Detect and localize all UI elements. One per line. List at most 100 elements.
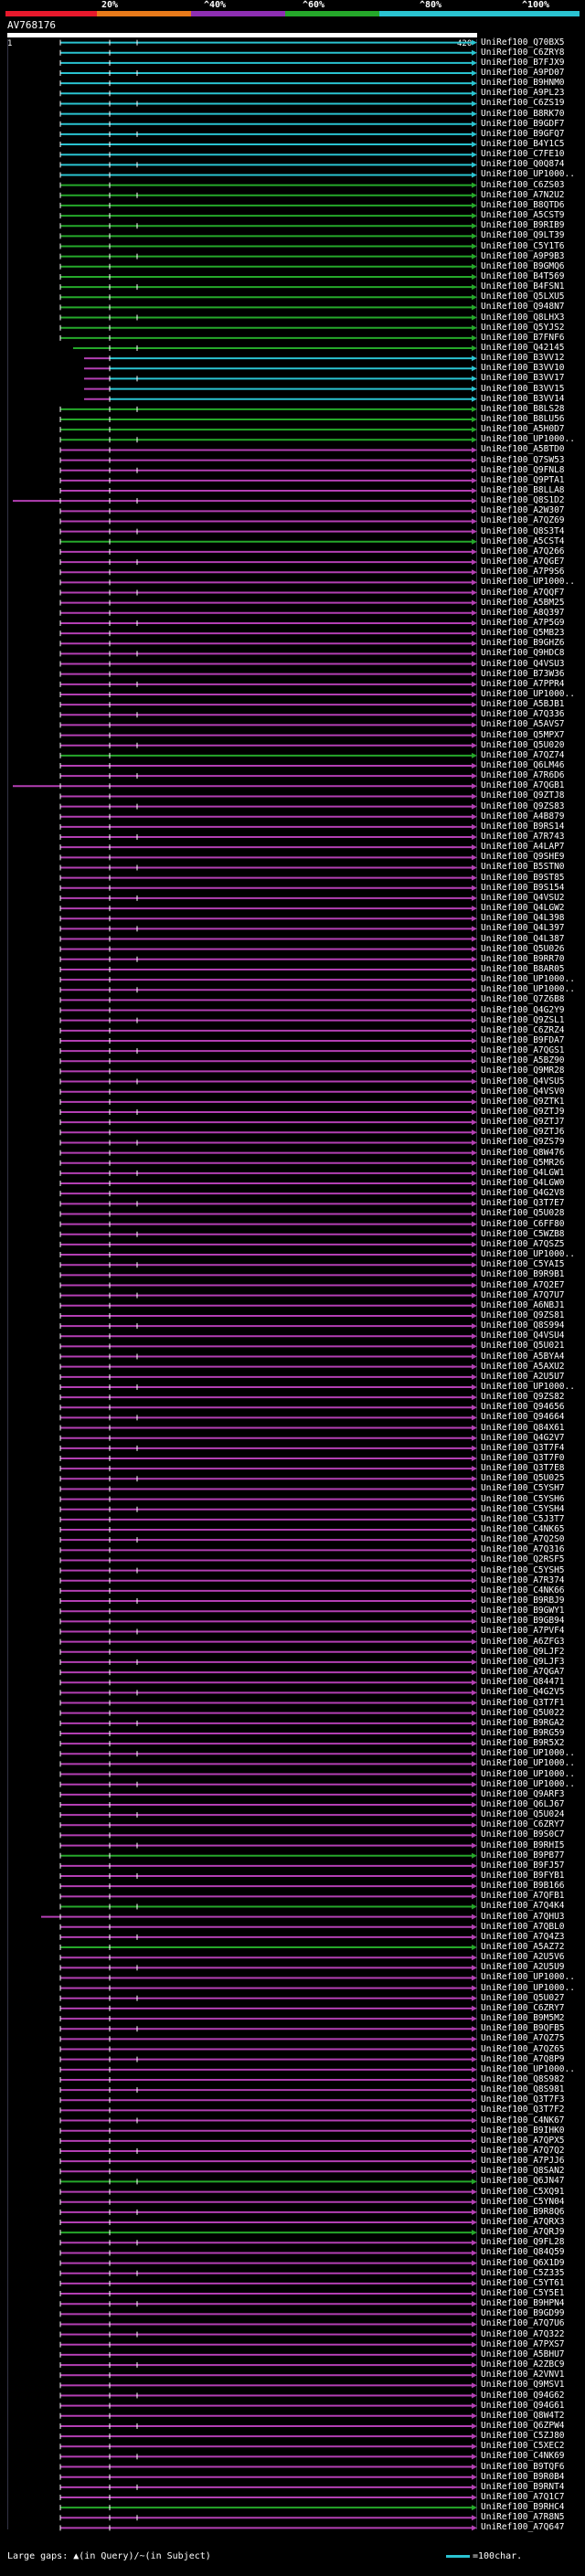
hit-label[interactable]: UniRef100_B5STN0 [481, 862, 565, 872]
hit-label[interactable]: UniRef100_Q5U024 [481, 1809, 565, 1819]
hit-label[interactable]: UniRef100_Q94G62 [481, 2390, 565, 2401]
hit-label[interactable]: UniRef100_Q4L398 [481, 913, 565, 923]
hit-label[interactable]: UniRef100_Q9ZS81 [481, 1310, 565, 1320]
hit-label[interactable]: UniRef100_UP1000.. [481, 1758, 575, 1768]
hit-label[interactable]: UniRef100_Q8S994 [481, 1320, 565, 1330]
hit-label[interactable]: UniRef100_Q9PTA1 [481, 475, 565, 485]
hit-label[interactable]: UniRef100_A7Q316 [481, 1544, 565, 1554]
hit-label[interactable]: UniRef100_A2W307 [481, 505, 565, 515]
hit-label[interactable]: UniRef100_C5ZJ80 [481, 2431, 565, 2441]
hit-label[interactable]: UniRef100_Q8S982 [481, 2074, 565, 2084]
hit-label[interactable]: UniRef100_Q9ZTJ9 [481, 1107, 565, 1117]
hit-label[interactable]: UniRef100_B9R5X2 [481, 1738, 565, 1748]
hit-label[interactable]: UniRef100_Q9ZS79 [481, 1137, 565, 1147]
hit-label[interactable]: UniRef100_UP1000.. [481, 577, 575, 587]
hit-label[interactable]: UniRef100_B9GHZ6 [481, 638, 565, 648]
hit-label[interactable]: UniRef100_C7FE10 [481, 149, 565, 159]
hit-label[interactable]: UniRef100_B9B166 [481, 1881, 565, 1891]
hit-label[interactable]: UniRef100_C6ZRZ4 [481, 1025, 565, 1035]
hit-label[interactable]: UniRef100_Q5U026 [481, 944, 565, 954]
hit-label[interactable]: UniRef100_B9HNM0 [481, 78, 565, 88]
hit-label[interactable]: UniRef100_Q4LGW2 [481, 903, 565, 913]
hit-label[interactable]: UniRef100_C5YAI5 [481, 1259, 565, 1269]
hit-label[interactable]: UniRef100_A7P9S6 [481, 567, 565, 577]
hit-label[interactable]: UniRef100_C4NK67 [481, 2115, 565, 2125]
hit-label[interactable]: UniRef100_Q3T7E7 [481, 1198, 565, 1208]
hit-label[interactable]: UniRef100_Q9ZTJ7 [481, 1117, 565, 1127]
hit-label[interactable]: UniRef100_C4NK66 [481, 1585, 565, 1595]
hit-label[interactable]: UniRef100_A7QPX5 [481, 2136, 565, 2146]
hit-label[interactable]: UniRef100_B4Y1C5 [481, 139, 565, 149]
hit-label[interactable]: UniRef100_B9IHK0 [481, 2125, 565, 2136]
hit-label[interactable]: UniRef100_Q8S981 [481, 2084, 565, 2094]
hit-label[interactable]: UniRef100_Q9ARF3 [481, 1789, 565, 1799]
hit-label[interactable]: UniRef100_Q6LJ67 [481, 1799, 565, 1809]
hit-label[interactable]: UniRef100_B9M5M2 [481, 2013, 565, 2023]
hit-label[interactable]: UniRef100_Q3T7F2 [481, 2104, 565, 2115]
hit-label[interactable]: UniRef100_B9RHI5 [481, 1840, 565, 1850]
hit-label[interactable]: UniRef100_A2U5U7 [481, 1372, 565, 1382]
hit-label[interactable]: UniRef100_Q8SAN2 [481, 2166, 565, 2176]
hit-label[interactable]: UniRef100_C5J3T7 [481, 1514, 565, 1524]
hit-label[interactable]: UniRef100_A7PPR4 [481, 679, 565, 689]
hit-label[interactable]: UniRef100_A7Q1C7 [481, 2492, 565, 2502]
hit-label[interactable]: UniRef100_Q8S3T4 [481, 526, 565, 536]
hit-label[interactable]: UniRef100_B9GWY1 [481, 1606, 565, 1616]
hit-label[interactable]: UniRef100_C5XEC2 [481, 2441, 565, 2451]
hit-label[interactable]: UniRef100_C5Y1T6 [481, 241, 565, 251]
hit-label[interactable]: UniRef100_Q9LJF2 [481, 1647, 565, 1657]
hit-label[interactable]: UniRef100_B9RIB9 [481, 220, 565, 230]
hit-label[interactable]: UniRef100_C5YSH4 [481, 1504, 565, 1514]
hit-label[interactable]: UniRef100_B3VV17 [481, 373, 565, 383]
hit-label[interactable]: UniRef100_UP1000.. [481, 984, 575, 994]
hit-label[interactable]: UniRef100_A9PL23 [481, 88, 565, 98]
hit-label[interactable]: UniRef100_A7Q322 [481, 2329, 565, 2339]
hit-label[interactable]: UniRef100_Q9ZS83 [481, 801, 565, 811]
hit-label[interactable]: UniRef100_A7Q4Z3 [481, 1932, 565, 1942]
hit-label[interactable]: UniRef100_Q2RSF5 [481, 1554, 565, 1564]
hit-label[interactable]: UniRef100_C6ZS19 [481, 98, 565, 108]
hit-label[interactable]: UniRef100_Q94656 [481, 1402, 565, 1412]
hit-label[interactable]: UniRef100_A2U5U9 [481, 1962, 565, 1972]
hit-label[interactable]: UniRef100_B9ST85 [481, 873, 565, 883]
hit-label[interactable]: UniRef100_UP1000.. [481, 1382, 575, 1392]
hit-label[interactable]: UniRef100_A7R374 [481, 1575, 565, 1585]
hit-label[interactable]: UniRef100_A7PVF4 [481, 1626, 565, 1636]
hit-label[interactable]: UniRef100_Q42145 [481, 343, 565, 353]
hit-label[interactable]: UniRef100_Q5MR26 [481, 1158, 565, 1168]
hit-label[interactable]: UniRef100_B9RHC4 [481, 2502, 565, 2512]
hit-label[interactable]: UniRef100_A7N2U2 [481, 190, 565, 200]
hit-label[interactable]: UniRef100_UP1000.. [481, 974, 575, 984]
hit-label[interactable]: UniRef100_Q8S1D2 [481, 495, 565, 505]
hit-label[interactable]: UniRef100_Q3T7E8 [481, 1463, 565, 1473]
hit-label[interactable]: UniRef100_B9FJ57 [481, 1860, 565, 1871]
hit-label[interactable]: UniRef100_Q6LM46 [481, 760, 565, 770]
hit-label[interactable]: UniRef100_B7FJX9 [481, 58, 565, 68]
hit-label[interactable]: UniRef100_Q9ZTJ6 [481, 1127, 565, 1137]
hit-label[interactable]: UniRef100_Q4LGW1 [481, 1168, 565, 1178]
hit-label[interactable]: UniRef100_C6ZRY8 [481, 48, 565, 58]
hit-label[interactable]: UniRef100_A7QZ74 [481, 750, 565, 760]
hit-label[interactable]: UniRef100_A7Q647 [481, 2522, 565, 2532]
hit-label[interactable]: UniRef100_C4NK65 [481, 1524, 565, 1534]
hit-label[interactable]: UniRef100_Q9ZS82 [481, 1392, 565, 1402]
hit-label[interactable]: UniRef100_A5AXU2 [481, 1362, 565, 1372]
hit-label[interactable]: UniRef100_B9GB94 [481, 1616, 565, 1626]
hit-label[interactable]: UniRef100_B9GFQ7 [481, 129, 565, 139]
hit-label[interactable]: UniRef100_A7QGA7 [481, 1667, 565, 1677]
hit-label[interactable]: UniRef100_A7Q266 [481, 546, 565, 557]
hit-label[interactable]: UniRef100_B9QFB5 [481, 2023, 565, 2033]
hit-label[interactable]: UniRef100_Q4LGW0 [481, 1178, 565, 1188]
hit-label[interactable]: UniRef100_Q5YJS2 [481, 323, 565, 333]
hit-label[interactable]: UniRef100_B9RNT4 [481, 2482, 565, 2492]
hit-label[interactable]: UniRef100_B9RR70 [481, 954, 565, 964]
hit-label[interactable]: UniRef100_Q4VSU4 [481, 1330, 565, 1341]
hit-label[interactable]: UniRef100_B9S154 [481, 883, 565, 893]
hit-label[interactable]: UniRef100_Q4G2Y9 [481, 1005, 565, 1015]
hit-label[interactable]: UniRef100_A7QRX3 [481, 2217, 565, 2227]
hit-label[interactable]: UniRef100_UP1000.. [481, 1748, 575, 1758]
hit-label[interactable]: UniRef100_A5BTD0 [481, 444, 565, 454]
hit-label[interactable]: UniRef100_B9R0B4 [481, 2472, 565, 2482]
hit-label[interactable]: UniRef100_A4LAP7 [481, 842, 565, 852]
hit-label[interactable]: UniRef100_A5BM25 [481, 598, 565, 608]
